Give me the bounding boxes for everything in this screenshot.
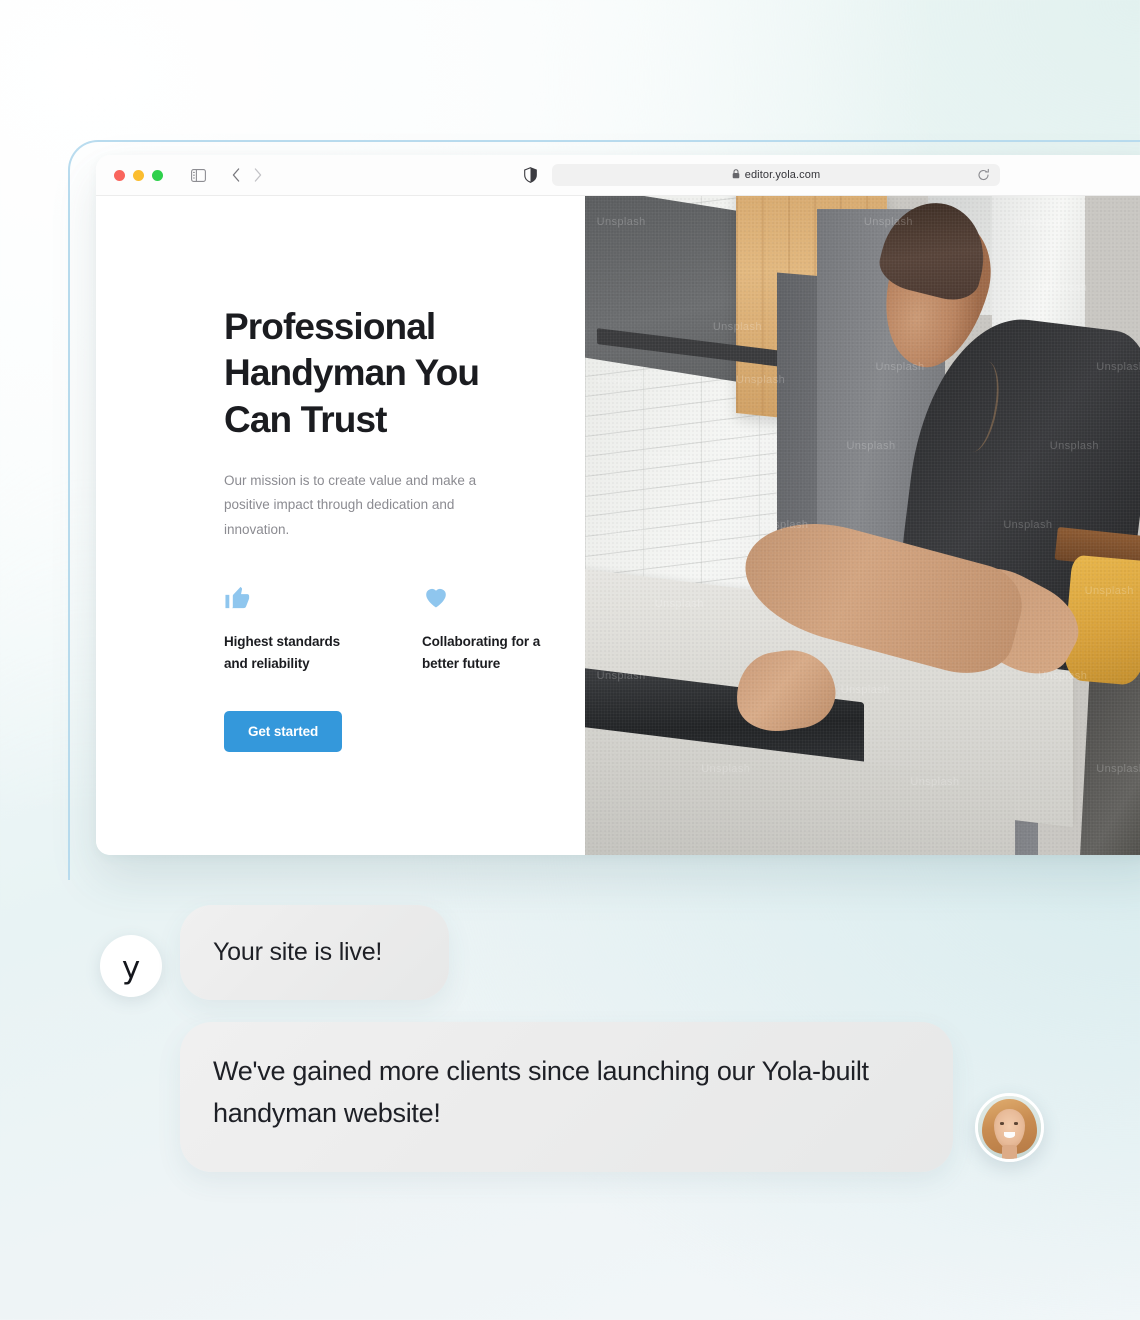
avatar-neck (1001, 1145, 1018, 1159)
traffic-lights[interactable] (114, 169, 163, 181)
avatar-smile (1004, 1131, 1016, 1138)
chevron-left-icon[interactable] (232, 168, 240, 182)
feature-item-standards: Highest standards and reliability (224, 583, 359, 675)
feature-label: Collaborating for a better future (422, 634, 541, 672)
feature-label: Highest standards and reliability (224, 634, 341, 672)
minimize-window-button[interactable] (133, 169, 144, 181)
sidebar-toggle-icon[interactable] (191, 168, 206, 182)
chat-message-text: We've gained more clients since launchin… (213, 1056, 869, 1129)
browser-window: editor.yola.com Professional Handyman Yo… (96, 155, 1140, 855)
privacy-shield-icon[interactable] (524, 167, 537, 183)
avatar (975, 1093, 1044, 1162)
url-text: editor.yola.com (744, 169, 821, 181)
browser-toolbar: editor.yola.com (96, 155, 1140, 196)
yola-logo-letter: y (121, 949, 141, 986)
website-preview: Professional Handyman You Can Trust Our … (96, 196, 1140, 855)
reload-icon[interactable] (977, 168, 990, 182)
chat-message-text: Your site is live! (213, 938, 383, 966)
page-title: Professional Handyman You Can Trust (224, 306, 480, 440)
address-bar[interactable]: editor.yola.com (552, 164, 1000, 186)
get-started-button[interactable]: Get started (224, 711, 343, 753)
feature-list: Highest standards and reliability Collab… (224, 583, 585, 675)
lock-icon (732, 166, 740, 184)
photo-grain-overlay (585, 196, 1140, 855)
heart-icon (422, 583, 557, 613)
chevron-right-icon[interactable] (254, 168, 262, 182)
chat-bubble-site-live: Your site is live! (180, 905, 449, 1000)
feature-item-collaboration: Collaborating for a better future (422, 583, 557, 675)
hero-text-column: Professional Handyman You Can Trust Our … (96, 196, 585, 855)
maximize-window-button[interactable] (152, 169, 163, 181)
chat-bubble-testimonial: We've gained more clients since launchin… (180, 1022, 953, 1172)
navigation-arrows[interactable] (232, 168, 262, 182)
hero-subtitle: Our mission is to create value and make … (224, 472, 477, 537)
close-window-button[interactable] (114, 169, 125, 181)
yola-brand-avatar: y (100, 935, 162, 997)
thumbs-up-icon (224, 583, 359, 613)
hero-photo: Unsplash Unsplash Unsplash Unsplash Unsp… (585, 196, 1140, 855)
